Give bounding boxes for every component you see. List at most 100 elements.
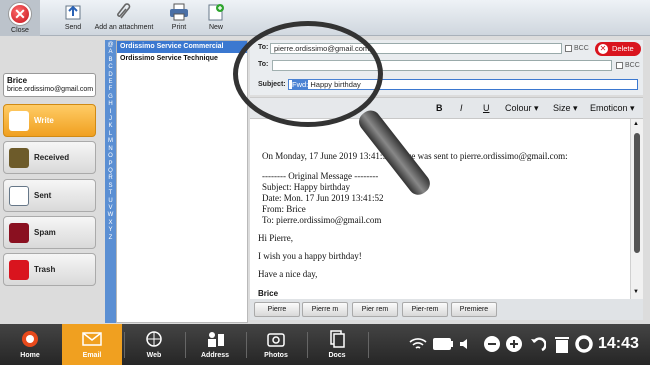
alphabet-letter[interactable]: X — [105, 220, 116, 227]
bcc-checkbox[interactable] — [565, 45, 572, 52]
alphabet-letter[interactable]: I — [105, 109, 116, 116]
scroll-thumb[interactable] — [634, 133, 640, 253]
alphabet-letter[interactable]: B — [105, 57, 116, 64]
clock: 14:43 — [598, 335, 639, 352]
nav-photos[interactable]: Photos — [246, 324, 306, 365]
close-button[interactable]: ✕ — [9, 3, 31, 25]
greeting: Hi Pierre, — [258, 233, 293, 243]
emoticon-label: Emoticon — [590, 103, 628, 113]
scroll-down-icon[interactable]: ▼ — [633, 289, 639, 295]
nav-web[interactable]: Web — [124, 324, 184, 365]
bcc-checkbox-2[interactable] — [616, 62, 623, 69]
alphabet-letter[interactable]: L — [105, 131, 116, 138]
alphabet-letter[interactable]: F — [105, 86, 116, 93]
print-label: Print — [171, 24, 187, 31]
suggestion-button[interactable]: Pier-rem — [402, 302, 448, 317]
chevron-down-icon: ▾ — [570, 103, 578, 113]
alphabet-letter[interactable]: K — [105, 123, 116, 130]
message-body[interactable]: On Monday, 17 June 2019 13:41:52, Brice … — [250, 119, 630, 299]
contact-item[interactable]: Ordissimo Service Commercial — [117, 41, 247, 53]
folder-spam[interactable]: Spam — [3, 216, 96, 249]
nav-address-label: Address — [200, 352, 229, 359]
message-line-1: I wish you a happy birthday! — [258, 251, 362, 261]
alphabet-letter[interactable]: D — [105, 72, 116, 79]
add-attachment-button[interactable]: Add an attachment — [93, 3, 155, 31]
folder-received[interactable]: Received — [3, 141, 96, 174]
web-icon — [146, 331, 162, 347]
zoom-in-icon[interactable] — [505, 335, 523, 353]
alphabet-letter[interactable]: J — [105, 116, 116, 123]
delete-label: Delete — [612, 44, 634, 53]
alphabet-letter[interactable]: S — [105, 183, 116, 190]
emoticon-dropdown[interactable]: Emoticon ▾ — [590, 103, 635, 114]
alphabet-letter[interactable]: Q — [105, 168, 116, 175]
colour-dropdown[interactable]: Colour ▾ — [505, 103, 539, 114]
wifi-icon — [409, 338, 427, 349]
alphabet-letter[interactable]: V — [105, 205, 116, 212]
chevron-down-icon: ▾ — [627, 103, 635, 113]
alphabet-letter[interactable]: O — [105, 153, 116, 160]
folder-write[interactable]: Write — [3, 104, 96, 137]
send-button[interactable]: Send — [58, 3, 88, 31]
bcc-label-2: BCC — [625, 62, 640, 69]
alphabet-letter[interactable]: C — [105, 64, 116, 71]
nav-docs[interactable]: Docs — [307, 324, 367, 365]
alphabet-letter[interactable]: E — [105, 79, 116, 86]
folder-sent-label: Sent — [34, 191, 52, 200]
suggestion-button[interactable]: Premiere — [451, 302, 497, 317]
alphabet-letter[interactable]: A — [105, 49, 116, 56]
message-scrollbar[interactable]: ▲ ▼ — [630, 119, 643, 299]
alphabet-letter[interactable]: Y — [105, 227, 116, 234]
undo-icon[interactable] — [530, 335, 546, 353]
bottom-bar: Home Email Web Address Photos Docs 14:43 — [0, 324, 650, 365]
alphabet-letter[interactable]: M — [105, 138, 116, 145]
original-date: Date: Mon. 17 Jun 2019 13:41:52 — [262, 193, 384, 203]
folder-sent[interactable]: Sent — [3, 179, 96, 212]
signature: Brice — [258, 289, 279, 298]
zoom-out-icon[interactable] — [483, 335, 501, 353]
help-lifebuoy-icon[interactable] — [575, 335, 593, 353]
folder-trash[interactable]: Trash — [3, 253, 96, 286]
account-card: Brice brice.ordissimo@gmail.com — [3, 73, 96, 97]
alphabet-letter[interactable]: @ — [105, 42, 116, 49]
nav-address[interactable]: Address — [185, 324, 245, 365]
camera-icon — [267, 333, 285, 347]
italic-button[interactable]: I — [460, 103, 463, 113]
contact-item[interactable]: Ordissimo Service Technique — [117, 53, 247, 65]
scroll-up-icon[interactable]: ▲ — [633, 121, 639, 127]
suggestion-button[interactable]: Pierre m — [302, 302, 348, 317]
suggestion-button[interactable]: Pierre — [254, 302, 300, 317]
nav-photos-label: Photos — [264, 352, 288, 359]
original-from: From: Brice — [262, 204, 306, 214]
alphabet-letter[interactable]: R — [105, 175, 116, 182]
alphabet-letter[interactable]: U — [105, 198, 116, 205]
printer-icon — [170, 3, 188, 21]
write-icon — [9, 111, 29, 131]
nav-home[interactable]: Home — [0, 324, 60, 365]
original-to: To: pierre.ordissimo@gmail.com — [262, 215, 382, 225]
alphabet-letter[interactable]: Z — [105, 235, 116, 242]
nav-home-label: Home — [20, 352, 40, 359]
alphabet-letter[interactable]: P — [105, 161, 116, 168]
underline-button[interactable]: U — [483, 103, 490, 113]
trash-can-icon[interactable] — [554, 335, 570, 354]
suggestion-button[interactable]: Pier rem — [352, 302, 398, 317]
original-header: -------- Original Message -------- — [262, 171, 379, 181]
bold-button[interactable]: B — [436, 103, 443, 113]
alphabet-letter[interactable]: W — [105, 212, 116, 219]
nav-docs-label: Docs — [328, 352, 346, 359]
alphabet-letter[interactable]: T — [105, 190, 116, 197]
nav-email[interactable]: Email — [62, 324, 122, 365]
size-label: Size — [553, 103, 571, 113]
new-message-icon — [208, 4, 224, 21]
alphabet-letter[interactable]: H — [105, 101, 116, 108]
email-icon — [82, 332, 102, 346]
delete-button[interactable]: ✕ Delete — [595, 42, 641, 56]
alphabet-letter[interactable]: G — [105, 94, 116, 101]
new-button[interactable]: New — [203, 3, 229, 31]
message-line-2: Have a nice day, — [258, 269, 318, 279]
alphabet-letter[interactable]: N — [105, 146, 116, 153]
size-dropdown[interactable]: Size ▾ — [553, 103, 578, 114]
print-button[interactable]: Print — [165, 3, 193, 31]
send-icon — [65, 5, 81, 20]
